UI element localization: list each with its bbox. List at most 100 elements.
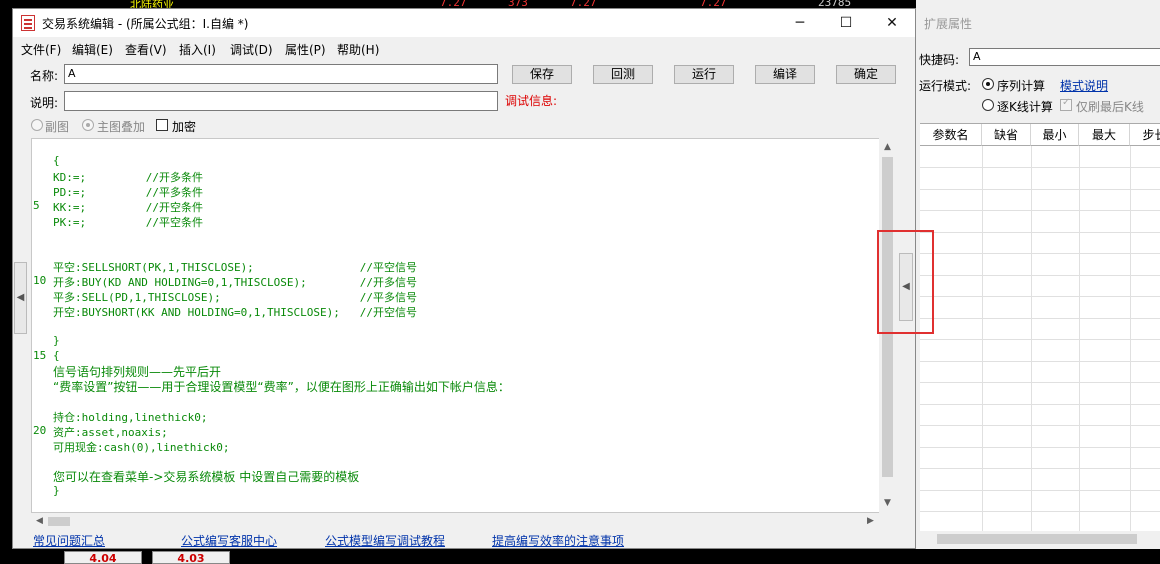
chevron-left-icon: ◀ [16,292,25,303]
scroll-left-icon[interactable]: ◀ [31,513,48,530]
grid-row-line [920,446,1160,448]
column-header-min[interactable]: 最小 [1031,124,1079,146]
menu-view[interactable]: 查看(V) [125,41,167,58]
code-line: PK:=; //平空条件 [53,216,203,229]
maximize-button[interactable]: ☐ [823,9,869,37]
line-number: 20 [33,424,47,437]
line-number: 5 [33,199,40,212]
faq-link[interactable]: 常见问题汇总 [33,532,105,549]
grid-row-line [920,253,1160,254]
panel-title: 扩展属性 [924,17,973,31]
code-line: PD:=; //平多条件 [53,186,203,199]
grid-col-line [1130,146,1131,531]
tick-calc-radio[interactable] [982,99,994,111]
efficiency-tips-link[interactable]: 提高编写效率的注意事项 [492,532,624,549]
sub-chart-radio[interactable] [31,119,43,131]
grid-row-line [920,403,1160,405]
encrypt-checkbox[interactable] [156,119,168,131]
bg-bottom-cell: 4.04 [64,551,142,564]
name-label: 名称: [30,69,59,83]
refresh-last-checkbox[interactable] [1060,97,1072,111]
title-bar[interactable]: 交易系统编辑 - (所属公式组：I.自编 *) ─ ☐ ✕ [13,9,915,37]
scroll-up-icon[interactable]: ▲ [879,139,896,156]
code-line: 您可以在查看菜单->交易系统模板 中设置自己需要的模板 [53,470,360,484]
grid-col-line [982,146,983,531]
menu-edit[interactable]: 编辑(E) [72,41,113,58]
code-line: KD:=; //开多条件 [53,171,203,184]
code-line: 开空:BUYSHORT(KK AND HOLDING=0,1,THISCLOSE… [53,306,418,319]
left-panel-toggle[interactable]: ◀ [14,262,27,334]
minimize-button[interactable]: ─ [777,9,823,37]
tutorial-link[interactable]: 公式模型编写调试教程 [325,532,445,549]
parameter-table[interactable]: 参数名 缺省 最小 最大 步长 [920,123,1160,531]
code-editor[interactable]: 5 10 15 20 { KD:=; //开多条件 PD:=; //平多条件 K… [31,138,895,513]
confirm-button[interactable]: 确定 [836,65,896,84]
column-header-max[interactable]: 最大 [1079,124,1130,146]
sequence-calc-label: 序列计算 [997,79,1046,93]
code-line: } [53,334,60,347]
background-bottom-strip: 4.04 4.03 [0,549,920,564]
grid-row-line [920,296,1160,297]
extended-properties-panel: 扩展属性 快捷码: A 运行模式: 序列计算 模式说明 逐K线计算 仅刷最后K线… [916,8,1160,549]
run-mode-label: 运行模式: [919,79,972,93]
menu-file[interactable]: 文件(F) [21,41,61,58]
column-header-step[interactable]: 步长 [1130,124,1160,146]
compile-button[interactable]: 编译 [755,65,815,84]
tick-calc-label: 逐K线计算 [997,100,1053,114]
shortcut-input[interactable]: A [969,48,1160,66]
grid-row-line [920,210,1160,211]
scroll-down-icon[interactable]: ▼ [879,495,896,512]
main-overlay-radio[interactable] [82,119,94,131]
menu-insert[interactable]: 插入(I) [179,41,216,58]
code-line: 平空:SELLSHORT(PK,1,THISCLOSE); //平空信号 [53,261,418,274]
scroll-right-icon[interactable]: ▶ [862,513,879,530]
backtest-button[interactable]: 回测 [593,65,653,84]
grid-row-line [920,489,1160,491]
scroll-thumb[interactable] [937,534,1137,544]
highlight-annotation-box [877,230,934,334]
description-input[interactable] [64,91,498,111]
code-line: 可用现金:cash(0),linethick0; [53,441,230,454]
code-line: { [53,349,60,362]
code-line: 资产:asset,noaxis; [53,426,168,439]
mode-description-link[interactable]: 模式说明 [1060,77,1108,94]
grid-row-line [920,339,1160,340]
code-line: } [53,484,60,497]
trading-system-editor-window: 交易系统编辑 - (所属公式组：I.自编 *) ─ ☐ ✕ 文件(F) 编辑(E… [12,8,916,549]
menu-properties[interactable]: 属性(P) [285,41,326,58]
column-header-param-name[interactable]: 参数名 [920,124,982,146]
sub-chart-label: 副图 [45,120,70,134]
menu-help[interactable]: 帮助(H) [337,41,379,58]
table-horizontal-scrollbar[interactable] [920,531,1160,547]
code-line: 开多:BUY(KD AND HOLDING=0,1,THISCLOSE); //… [53,276,418,289]
scroll-thumb[interactable] [48,517,70,526]
support-center-link[interactable]: 公式编写客服中心 [181,532,277,549]
save-button[interactable]: 保存 [512,65,572,84]
shortcut-label: 快捷码: [919,53,960,67]
grid-row-line [920,317,1160,319]
close-button[interactable]: ✕ [869,9,915,37]
menu-bar: 文件(F) 编辑(E) 查看(V) 插入(I) 调试(D) 属性(P) 帮助(H… [13,38,915,58]
name-input[interactable]: A [64,64,498,84]
right-top-strip [916,0,1160,8]
app-icon [21,15,35,31]
debug-info-label: 调试信息: [505,94,558,108]
code-line: { [53,154,60,167]
window-title: 交易系统编辑 - (所属公式组：I.自编 *) [42,17,249,31]
menu-debug[interactable]: 调试(D) [230,41,273,58]
editor-horizontal-scrollbar[interactable]: ◀ ▶ [31,513,879,530]
run-button[interactable]: 运行 [674,65,734,84]
grid-row-line [920,231,1160,233]
sequence-calc-radio[interactable] [982,78,994,90]
grid-row-line [920,382,1160,383]
line-number: 15 [33,349,47,362]
grid-row-line [920,188,1160,190]
column-header-default[interactable]: 缺省 [982,124,1031,146]
grid-row-line [920,167,1160,168]
refresh-last-label: 仅刷最后K线 [1076,100,1144,114]
grid-col-line [1079,146,1080,531]
grid-row-line [920,511,1160,512]
grid-row-line [920,274,1160,276]
encrypt-label: 加密 [172,120,197,134]
grid-row-line [920,425,1160,426]
